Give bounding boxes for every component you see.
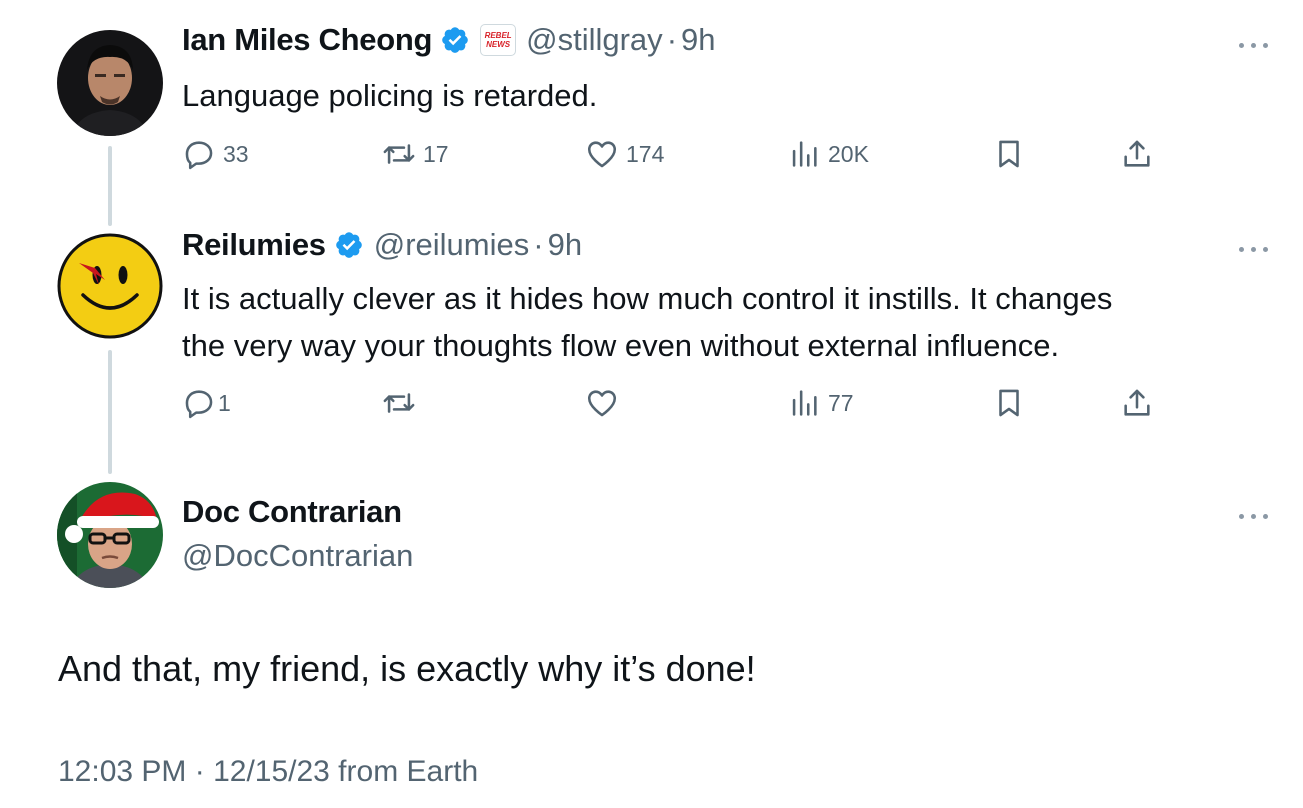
views-count: 20K — [828, 140, 869, 167]
tweet-text: It is actually clever as it hides how mu… — [182, 275, 1112, 369]
tweet-actions: 1 77 — [182, 386, 1162, 426]
repost-button[interactable] — [382, 386, 423, 420]
reply-icon — [185, 390, 213, 419]
bookmark-icon — [999, 140, 1019, 168]
tweet-text: Language policing is retarded. — [182, 78, 598, 113]
more-icon[interactable] — [1239, 40, 1269, 50]
tweet-timestamp[interactable]: 12:03 PM · 12/15/23 from Earth — [58, 755, 478, 789]
views-icon — [792, 390, 817, 416]
like-icon — [587, 390, 617, 417]
share-button[interactable] — [1120, 386, 1154, 420]
tweet-text-line: the very way your thoughts flow even wit… — [182, 328, 1060, 363]
repost-button[interactable]: 17 — [382, 137, 449, 171]
verified-badge-icon — [334, 230, 364, 260]
author-handle[interactable]: @DocContrarian — [182, 538, 413, 574]
repost-count: 17 — [423, 140, 449, 167]
share-button[interactable] — [1120, 137, 1154, 171]
bookmark-button[interactable] — [992, 137, 1026, 171]
tweet-actions: 33 17 174 20K — [182, 137, 1162, 177]
reply-count: 1 — [218, 389, 231, 416]
share-icon — [1124, 140, 1150, 167]
thread-line — [108, 350, 112, 474]
more-icon[interactable] — [1239, 244, 1269, 254]
bookmark-button[interactable] — [992, 386, 1026, 420]
main-tweet-text: And that, my friend, is exactly why it’s… — [58, 648, 756, 689]
author-name[interactable]: Ian Miles Cheong — [182, 22, 432, 58]
thread-line — [108, 146, 112, 226]
verified-badge-icon — [440, 25, 470, 55]
author-name[interactable]: Reilumies — [182, 227, 326, 263]
avatar-reilumies[interactable] — [57, 233, 163, 339]
avatar-ian-miles-cheong[interactable] — [57, 30, 163, 136]
author-handle[interactable]: @stillgray — [526, 22, 663, 58]
reply-icon — [185, 141, 213, 170]
like-count: 174 — [626, 140, 665, 167]
separator-dot: · — [666, 22, 678, 57]
views-button[interactable]: 20K — [787, 137, 869, 171]
author-handle[interactable]: @reilumies — [374, 227, 530, 263]
like-icon — [587, 141, 617, 168]
repost-icon — [383, 393, 415, 413]
views-button[interactable]: 77 — [787, 386, 854, 420]
affiliation-badge-icon[interactable]: REBEL NEWS — [480, 24, 517, 56]
views-icon — [792, 141, 817, 167]
tweet-time[interactable]: 9h — [548, 227, 582, 263]
avatar-doc-contrarian[interactable] — [57, 482, 163, 588]
repost-icon — [383, 144, 415, 164]
views-count: 77 — [828, 389, 854, 416]
share-icon — [1124, 389, 1150, 416]
like-button[interactable] — [585, 386, 626, 420]
reply-button[interactable]: 1 — [182, 386, 231, 420]
reply-button[interactable]: 33 — [182, 137, 249, 171]
tweet-text-line: It is actually clever as it hides how mu… — [182, 281, 1113, 316]
author-name[interactable]: Doc Contrarian — [182, 494, 402, 530]
separator-dot: · — [533, 227, 544, 262]
more-icon[interactable] — [1239, 511, 1269, 521]
bookmark-icon — [999, 389, 1019, 417]
reply-count: 33 — [223, 140, 249, 167]
tweet-time[interactable]: 9h — [681, 22, 715, 58]
like-button[interactable]: 174 — [585, 137, 664, 171]
